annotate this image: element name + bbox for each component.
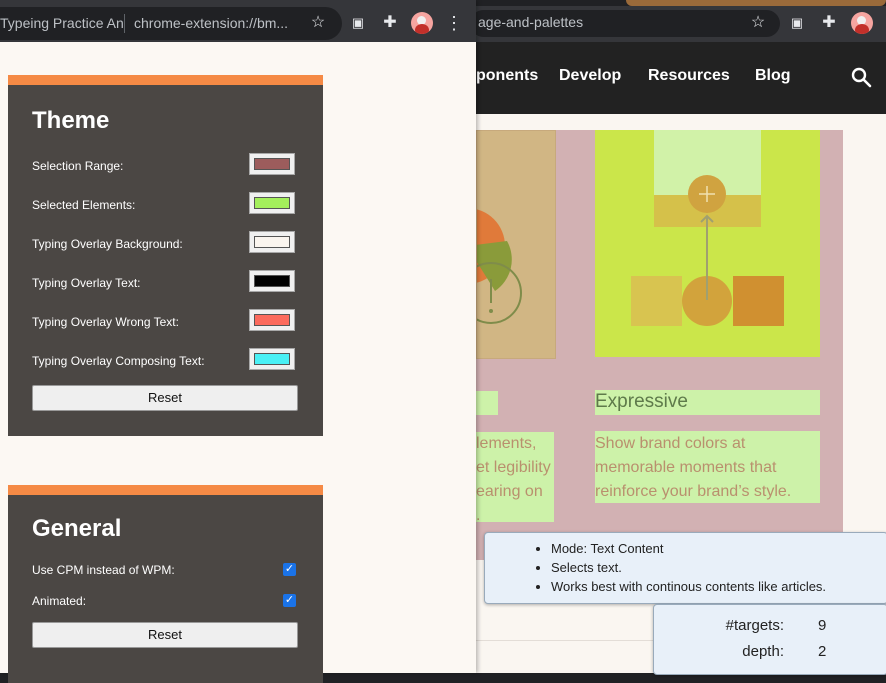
theme-reset-button[interactable]: Reset	[32, 385, 298, 411]
avatar-body	[855, 24, 869, 34]
profile-avatar-icon[interactable]	[851, 12, 873, 34]
animated-label: Animated:	[32, 594, 87, 608]
overlay-composing-text-color-picker[interactable]	[249, 348, 295, 370]
avatar-body	[415, 24, 429, 34]
left-card-text-line: lements,	[476, 435, 537, 452]
depth-value: 2	[818, 643, 827, 660]
selected-elements-color-swatch	[254, 197, 290, 209]
nav-item-blog[interactable]: Blog	[755, 67, 791, 85]
selected-elements-label: Selected Elements:	[32, 198, 136, 212]
general-reset-button[interactable]: Reset	[32, 622, 298, 648]
extension-url-text[interactable]: chrome-extension://bm...	[134, 15, 288, 31]
bookmark-star-icon[interactable]: ☆	[309, 14, 327, 32]
use-cpm-label: Use CPM instead of WPM:	[32, 563, 175, 577]
overlay-background-color-swatch	[254, 236, 290, 248]
nav-item-resources[interactable]: Resources	[648, 67, 730, 85]
expressive-card-artwork	[631, 130, 784, 326]
overlay-text-label: Typing Overlay Text:	[32, 276, 141, 290]
mode-info-tooltip: Mode: Text Content Selects text. Works b…	[484, 532, 886, 604]
selection-range-label: Selection Range:	[32, 159, 124, 173]
overlay-text-color-picker[interactable]	[249, 270, 295, 292]
selection-stats-box: #targets: 9 depth: 2	[653, 604, 886, 675]
targets-label: #targets:	[725, 617, 784, 634]
left-card-text-line: et legibility	[476, 459, 551, 476]
more-menu-icon[interactable]: ⋮	[445, 14, 463, 32]
expressive-heading: Expressive	[595, 391, 688, 412]
depth-label: depth:	[742, 643, 784, 660]
expressive-text-line: Show brand colors at	[595, 435, 746, 452]
nav-item-components[interactable]: ponents	[476, 67, 538, 85]
left-card-text-line: .	[476, 507, 481, 524]
general-panel: General Use CPM instead of WPM: ✓ Animat…	[8, 485, 323, 683]
left-card-artwork	[429, 208, 522, 324]
overlay-wrong-text-color-swatch	[254, 314, 290, 326]
mode-info-item: Selects text.	[551, 558, 886, 577]
mode-info-item: Mode: Text Content	[551, 539, 886, 558]
address-separator	[124, 14, 125, 33]
mode-info-list: Mode: Text Content Selects text. Works b…	[485, 533, 886, 596]
overlay-composing-text-color-swatch	[254, 353, 290, 365]
translate-extension-icon[interactable]: ▣	[788, 14, 806, 32]
theme-title: Theme	[32, 107, 110, 134]
selection-range-color-picker[interactable]	[249, 153, 295, 175]
theme-panel: Theme Selection Range: Selected Elements…	[8, 75, 323, 436]
page-title-chip[interactable]: Typeing Practice An	[0, 15, 124, 31]
targets-value: 9	[818, 617, 827, 634]
profile-avatar-icon[interactable]	[411, 12, 433, 34]
general-title: General	[32, 515, 122, 542]
overlay-background-color-picker[interactable]	[249, 231, 295, 253]
nav-item-develop[interactable]: Develop	[559, 67, 621, 85]
left-card-heading-highlight	[476, 391, 498, 415]
expressive-text-line: reinforce your brand’s style.	[595, 483, 792, 500]
search-icon[interactable]	[851, 67, 873, 89]
selection-range-color-swatch	[254, 158, 290, 170]
overlay-background-label: Typing Overlay Background:	[32, 237, 183, 251]
bookmark-star-icon[interactable]: ☆	[749, 14, 767, 32]
overlay-wrong-text-label: Typing Overlay Wrong Text:	[32, 315, 179, 329]
overlay-composing-text-label: Typing Overlay Composing Text:	[32, 354, 205, 368]
puzzle-extensions-icon[interactable]: ✚	[381, 14, 399, 32]
background-url-text[interactable]: age-and-palettes	[478, 14, 583, 30]
overlay-wrong-text-color-picker[interactable]	[249, 309, 295, 331]
use-cpm-checkbox[interactable]: ✓	[283, 563, 296, 576]
page-divider	[476, 640, 653, 641]
expressive-card-illustration	[595, 130, 820, 357]
puzzle-extensions-icon[interactable]: ✚	[820, 14, 838, 32]
overlay-text-color-swatch	[254, 275, 290, 287]
left-card-illustration	[429, 130, 556, 359]
animated-checkbox[interactable]: ✓	[283, 594, 296, 607]
selected-elements-color-picker[interactable]	[249, 192, 295, 214]
translate-extension-icon[interactable]: ▣	[349, 14, 367, 32]
expressive-text-line: memorable moments that	[595, 459, 777, 476]
left-card-text-line: earing on	[476, 483, 543, 500]
mode-info-item: Works best with continous contents like …	[551, 577, 886, 596]
